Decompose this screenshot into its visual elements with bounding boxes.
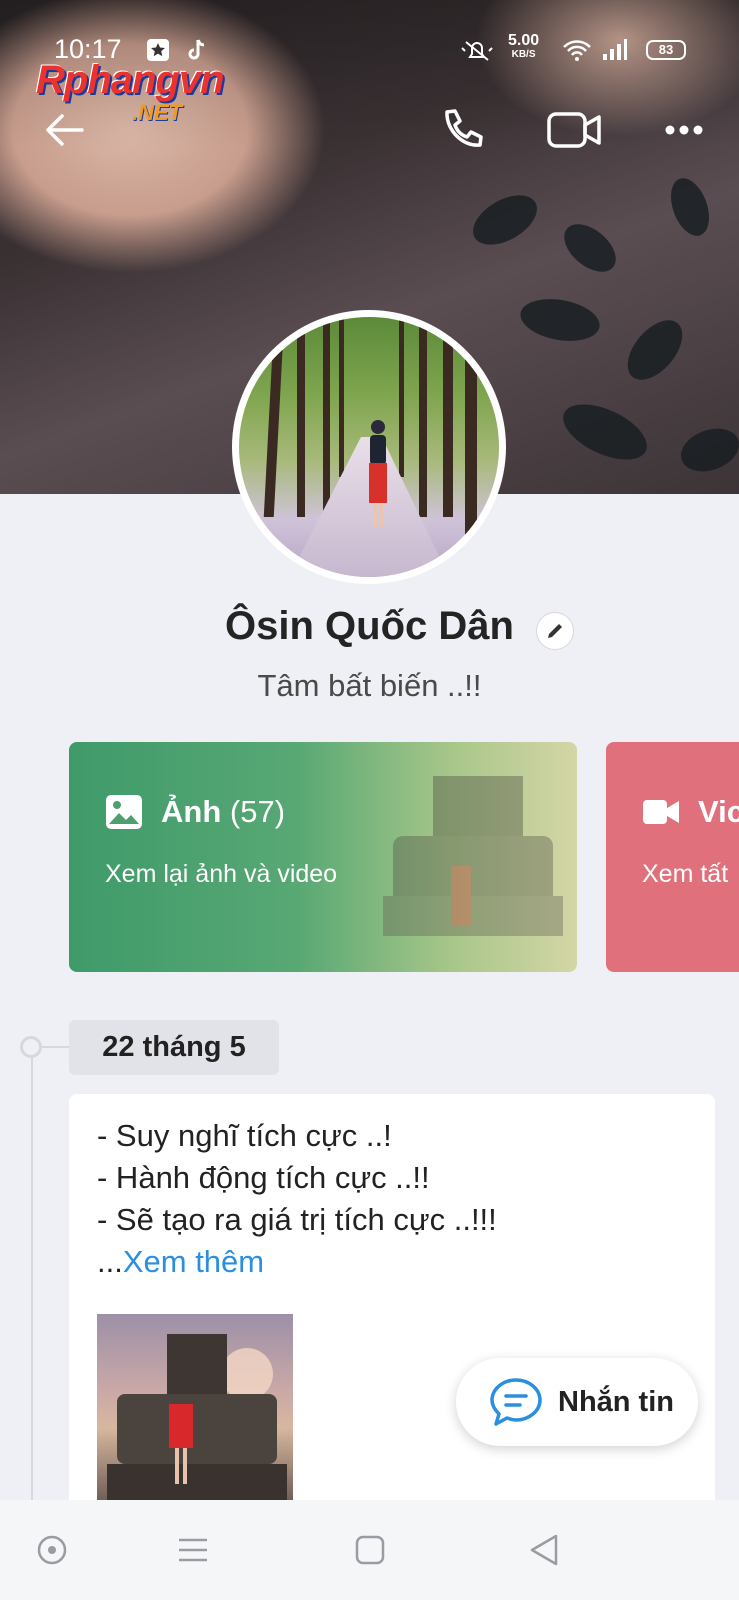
card-background-image bbox=[383, 776, 563, 936]
signal-icon bbox=[602, 38, 628, 68]
network-speed: 5.00 KB/S bbox=[508, 32, 540, 62]
assistant-button[interactable] bbox=[32, 1530, 72, 1570]
timeline-line bbox=[31, 1044, 33, 1504]
photos-card-subtitle: Xem lại ảnh và video bbox=[105, 860, 338, 888]
timeline-dot bbox=[20, 1036, 42, 1058]
photos-card[interactable]: Ảnh (57) Xem lại ảnh và video bbox=[69, 742, 577, 972]
recents-menu-button[interactable] bbox=[173, 1530, 213, 1570]
profile-bio: Tâm bất biến ..!! bbox=[257, 668, 482, 703]
speed-value: 5.00 bbox=[508, 32, 540, 49]
more-icon bbox=[665, 125, 703, 135]
profile-avatar[interactable] bbox=[232, 310, 506, 584]
post-ellipsis: ... bbox=[97, 1244, 123, 1279]
video-call-button[interactable] bbox=[544, 100, 604, 160]
videos-label: Vic bbox=[698, 794, 739, 829]
mute-bell-icon bbox=[460, 38, 494, 70]
post-line: - Hành động tích cực ..!! bbox=[97, 1160, 430, 1195]
wifi-icon bbox=[562, 38, 592, 68]
post-photo[interactable] bbox=[97, 1314, 293, 1504]
circle-dot-icon bbox=[37, 1535, 67, 1565]
photos-count: (57) bbox=[229, 794, 286, 829]
timeline-date: 22 tháng 5 bbox=[69, 1020, 279, 1075]
battery-indicator: 83 bbox=[646, 40, 686, 60]
voice-call-button[interactable] bbox=[432, 100, 492, 160]
videos-card-title: Vic bbox=[642, 794, 739, 830]
back-button[interactable] bbox=[34, 100, 94, 160]
back-system-button[interactable] bbox=[524, 1530, 564, 1570]
video-icon bbox=[643, 800, 679, 824]
speed-unit: KB/S bbox=[511, 49, 536, 60]
photos-card-title: Ảnh (57) bbox=[105, 794, 285, 830]
triangle-back-icon bbox=[530, 1534, 558, 1566]
back-arrow-icon bbox=[46, 114, 84, 146]
videos-card-subtitle: Xem tất bbox=[642, 860, 729, 888]
profile-name-row: Ôsin Quốc Dân bbox=[0, 604, 739, 650]
edit-name-button[interactable] bbox=[536, 612, 574, 650]
home-button[interactable] bbox=[350, 1530, 390, 1570]
see-more-link[interactable]: Xem thêm bbox=[123, 1244, 264, 1279]
chat-bubble-icon bbox=[490, 1378, 542, 1426]
menu-lines-icon bbox=[179, 1538, 207, 1562]
watermark-logo: Rphangvn bbox=[36, 58, 225, 102]
system-nav-bar bbox=[0, 1500, 739, 1600]
pencil-icon bbox=[548, 624, 562, 638]
timeline-connector bbox=[42, 1046, 69, 1048]
square-icon bbox=[355, 1535, 385, 1565]
timeline-post[interactable]: - Suy nghĩ tích cực ..! - Hành động tích… bbox=[69, 1094, 715, 1514]
send-message-label: Nhắn tin bbox=[558, 1385, 674, 1418]
photos-label: Ảnh bbox=[161, 794, 222, 829]
send-message-button[interactable]: Nhắn tin bbox=[456, 1358, 698, 1446]
image-icon bbox=[106, 795, 142, 829]
watermark-suffix: .NET bbox=[132, 100, 183, 125]
post-line: - Sẽ tạo ra giá trị tích cực ..!!! bbox=[97, 1202, 497, 1237]
post-line: - Suy nghĩ tích cực ..! bbox=[97, 1118, 392, 1153]
video-call-icon bbox=[547, 112, 601, 148]
more-options-button[interactable] bbox=[654, 100, 714, 160]
videos-card[interactable]: Vic Xem tất bbox=[606, 742, 739, 972]
profile-name: Ôsin Quốc Dân bbox=[225, 604, 514, 648]
phone-icon bbox=[445, 109, 483, 147]
